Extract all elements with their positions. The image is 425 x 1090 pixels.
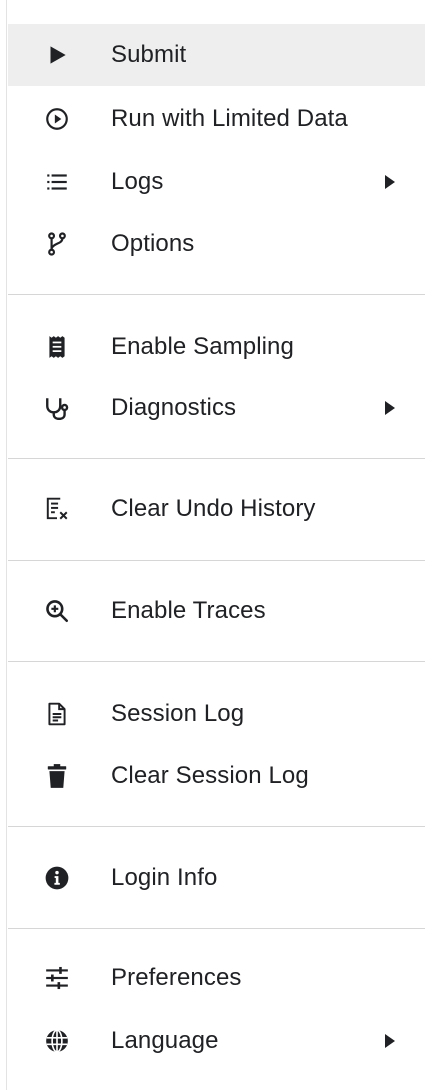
menu-item-clear-undo-history[interactable]: Clear Undo History <box>8 478 425 540</box>
submenu-arrow-icon <box>384 400 396 416</box>
zoom-in-icon <box>44 598 70 624</box>
branch-icon <box>44 231 70 257</box>
list-icon <box>44 169 70 195</box>
menu-item-logs[interactable]: Logs <box>8 151 425 213</box>
menu-item-label: Language <box>111 1027 219 1054</box>
menu-item-enable-traces[interactable]: Enable Traces <box>8 580 425 642</box>
context-menu: Submit Run with Limited Data Logs Option… <box>6 0 425 1090</box>
menu-item-session-log[interactable]: Session Log <box>8 683 425 745</box>
menu-divider <box>8 826 425 827</box>
receipt-icon <box>44 334 70 360</box>
menu-item-enable-sampling[interactable]: Enable Sampling <box>8 316 425 378</box>
play-icon <box>44 42 70 68</box>
menu-item-label: Submit <box>111 41 187 68</box>
menu-divider <box>8 458 425 459</box>
clear-list-icon <box>44 496 70 522</box>
menu-item-label: Run with Limited Data <box>111 105 348 132</box>
menu-item-label: Options <box>111 230 195 257</box>
play-circle-icon <box>44 106 70 132</box>
stethoscope-icon <box>44 395 70 421</box>
menu-item-language[interactable]: Language <box>8 1010 425 1072</box>
menu-item-label: Session Log <box>111 700 245 727</box>
menu-item-clear-session-log[interactable]: Clear Session Log <box>8 745 425 807</box>
menu-item-login-info[interactable]: Login Info <box>8 847 425 909</box>
menu-item-submit[interactable]: Submit <box>8 24 425 86</box>
menu-item-label: Enable Sampling <box>111 333 294 360</box>
info-icon <box>44 865 70 891</box>
menu-item-preferences[interactable]: Preferences <box>8 947 425 1009</box>
globe-icon <box>44 1028 70 1054</box>
submenu-arrow-icon <box>384 174 396 190</box>
menu-divider <box>8 560 425 561</box>
menu-divider <box>8 294 425 295</box>
trash-icon <box>44 763 70 789</box>
menu-item-label: Clear Session Log <box>111 762 309 789</box>
submenu-arrow-icon <box>384 1033 396 1049</box>
menu-item-options[interactable]: Options <box>8 213 425 275</box>
document-icon <box>44 701 70 727</box>
menu-item-label: Logs <box>111 168 164 195</box>
menu-item-label: Login Info <box>111 864 218 891</box>
menu-item-label: Diagnostics <box>111 394 237 421</box>
menu-item-diagnostics[interactable]: Diagnostics <box>8 377 425 439</box>
menu-divider <box>8 928 425 929</box>
menu-item-run-with-limited-data[interactable]: Run with Limited Data <box>8 88 425 150</box>
menu-item-label: Enable Traces <box>111 597 266 624</box>
menu-item-label: Clear Undo History <box>111 495 316 522</box>
sliders-icon <box>44 965 70 991</box>
menu-item-label: Preferences <box>111 964 242 991</box>
menu-divider <box>8 661 425 662</box>
